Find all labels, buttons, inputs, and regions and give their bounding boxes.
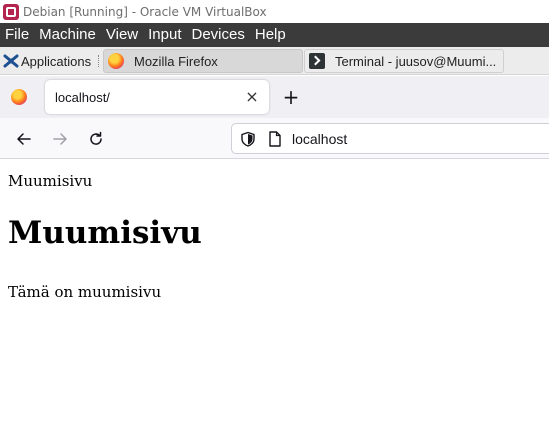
page-heading: Muumisivu [8,215,202,251]
menu-input[interactable]: Input [143,23,186,47]
site-name: Muumisivu [8,172,93,190]
applications-label: Applications [21,53,92,69]
menu-file[interactable]: File [0,23,34,47]
page-icon[interactable] [268,130,282,147]
page-paragraph: Tämä on muumisivu [8,283,162,301]
back-button[interactable] [11,126,37,152]
arrow-right-icon [53,133,67,145]
url-text: localhost [292,130,348,147]
firefox-icon [108,53,124,69]
vbox-title-bar: Debian [Running] - Oracle VM VirtualBox [0,0,549,23]
xfce-panel: Applications Mozilla Firefox Terminal - … [0,47,549,75]
firefox-view-button[interactable] [8,86,30,108]
applications-menu-button[interactable]: Applications [0,47,100,75]
page-content: Muumisivu Muumisivu Tämä on muumisivu [0,160,549,424]
reload-button[interactable] [83,126,109,152]
taskbar-terminal-label: Terminal - juusov@Muumi... [335,53,497,69]
panel-separator [98,55,100,67]
xfce-mouse-icon [3,53,19,69]
taskbar-firefox-button[interactable]: Mozilla Firefox [103,49,303,73]
forward-button[interactable] [47,126,73,152]
menu-help[interactable]: Help [250,23,291,47]
reload-icon [90,131,102,145]
taskbar-terminal-button[interactable]: Terminal - juusov@Muumi... [304,49,504,73]
virtualbox-logo-icon [3,3,19,20]
vbox-window-title: Debian [Running] - Oracle VM VirtualBox [23,4,267,19]
new-tab-button[interactable]: + [279,85,303,109]
menu-view[interactable]: View [101,23,143,47]
menu-machine[interactable]: Machine [34,23,101,47]
firefox-tab-strip: localhost/ × + [0,76,549,118]
taskbar-firefox-label: Mozilla Firefox [134,53,218,69]
arrow-left-icon [17,133,31,145]
terminal-icon [309,53,325,69]
tab-localhost[interactable]: localhost/ × [45,80,269,114]
close-tab-icon[interactable]: × [243,88,261,106]
vbox-menubar: File Machine View Input Devices Help [0,23,549,47]
shield-icon[interactable] [240,131,256,147]
firefox-nav-bar: localhost [0,118,549,159]
address-bar[interactable]: localhost [231,123,549,154]
tab-title: localhost/ [55,89,110,105]
menu-devices[interactable]: Devices [187,23,250,47]
firefox-icon [11,89,27,105]
